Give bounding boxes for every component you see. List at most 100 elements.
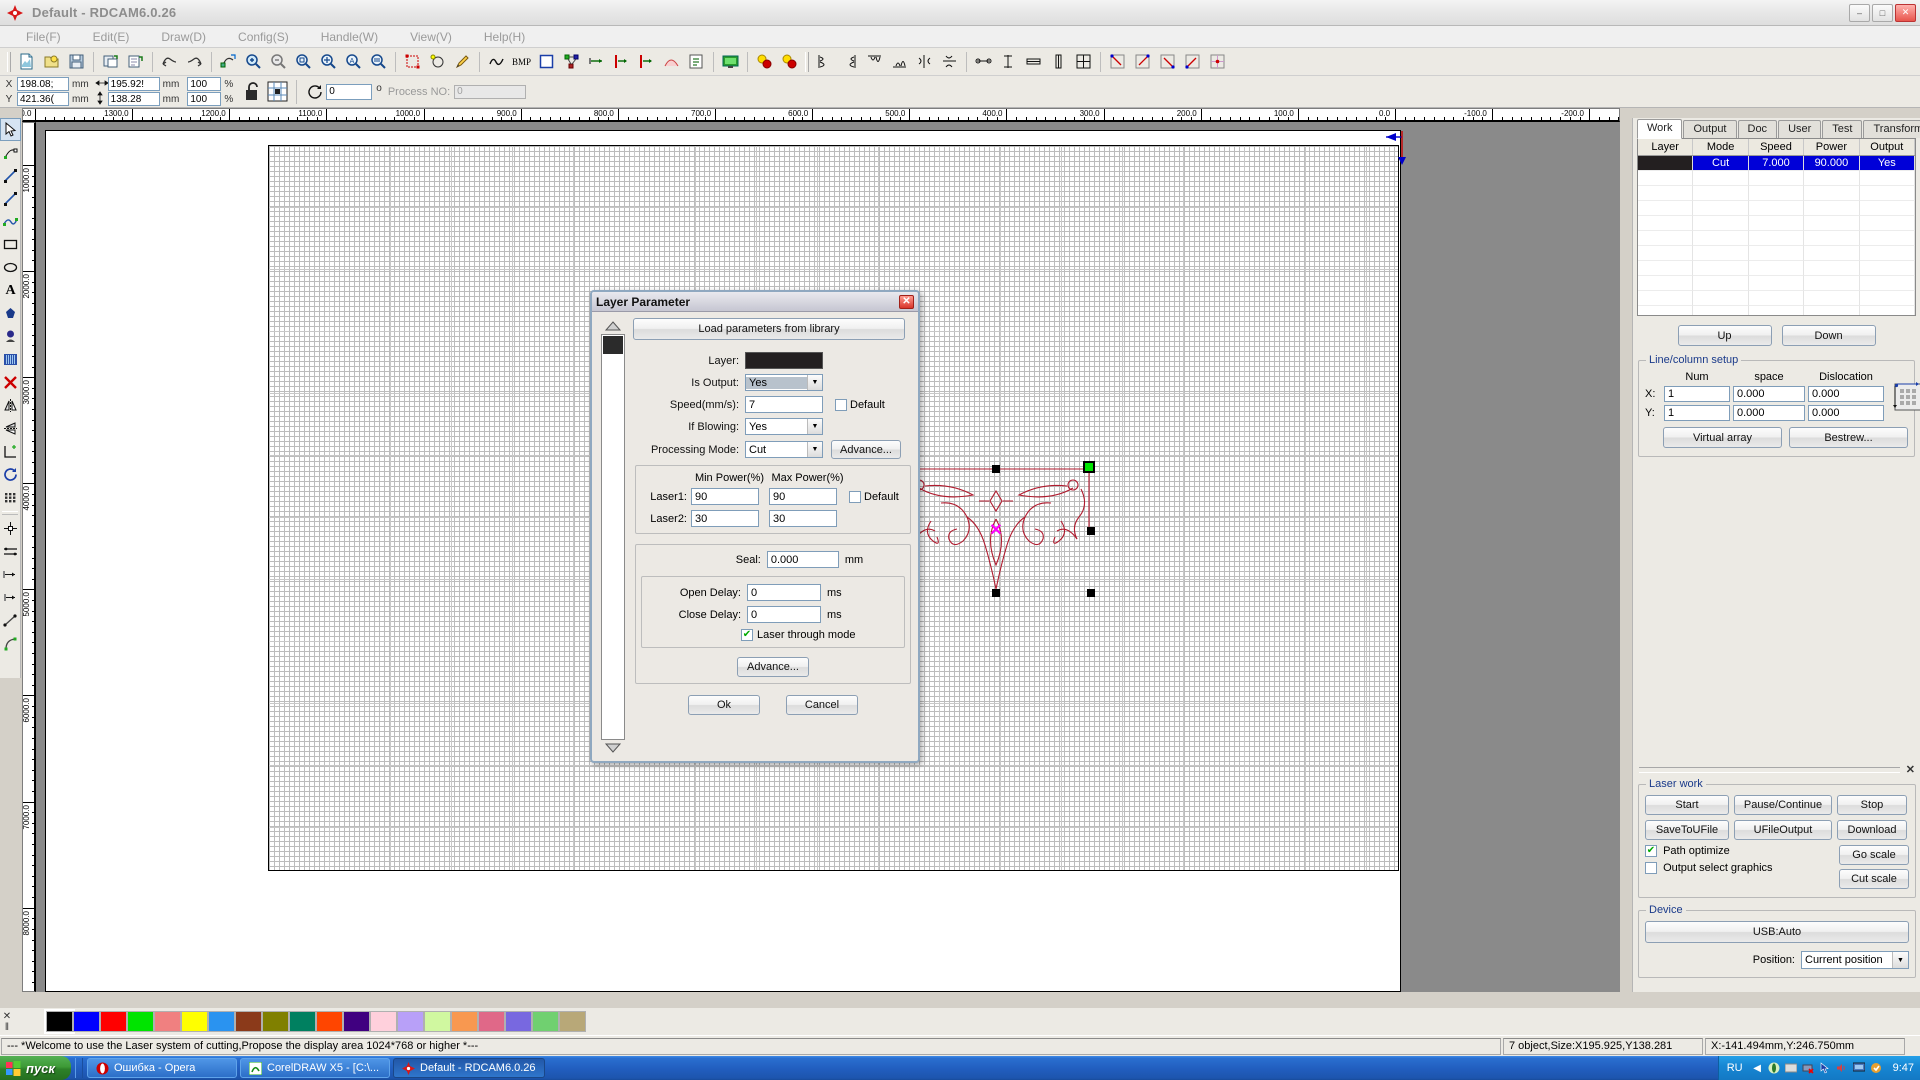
curve-icon[interactable]: [0, 210, 21, 233]
ok-button[interactable]: Ok: [688, 695, 760, 715]
dialog-close-button[interactable]: ✕: [899, 294, 914, 309]
cursor-icon[interactable]: [1819, 1062, 1832, 1075]
import-icon[interactable]: [98, 50, 123, 74]
bmp-icon[interactable]: BMP: [509, 50, 534, 74]
line-icon[interactable]: [0, 164, 21, 187]
y-num-input[interactable]: [1664, 405, 1730, 421]
palette-swatch[interactable]: [559, 1011, 586, 1032]
size-h-icon[interactable]: [1021, 50, 1046, 74]
table-row-empty[interactable]: [1638, 246, 1915, 261]
selection-handle-tm[interactable]: [992, 465, 1000, 473]
palette-swatch[interactable]: [289, 1011, 316, 1032]
x-num-input[interactable]: [1664, 386, 1730, 402]
palette-swatch[interactable]: [127, 1011, 154, 1032]
minimize-button[interactable]: –: [1849, 3, 1870, 22]
clock[interactable]: 9:47: [1893, 1062, 1914, 1074]
cut-scale-button[interactable]: Cut scale: [1839, 869, 1909, 889]
close-icon[interactable]: ✕: [1906, 763, 1915, 776]
tab-work[interactable]: Work: [1637, 119, 1683, 139]
go-scale-button[interactable]: Go scale: [1839, 845, 1909, 865]
tab-test[interactable]: Test: [1822, 120, 1863, 138]
distribute-v-icon[interactable]: [0, 586, 21, 609]
table-row-empty[interactable]: [1638, 306, 1915, 315]
unset-color-icon[interactable]: [777, 50, 802, 74]
check-icon[interactable]: [684, 50, 709, 74]
y-space-input[interactable]: [1733, 405, 1805, 421]
transform-icon[interactable]: [0, 440, 21, 463]
bitmap-icon[interactable]: [0, 348, 21, 371]
open-delay-input[interactable]: [747, 584, 821, 601]
zoom-all-icon[interactable]: A: [341, 50, 366, 74]
selection-handle-mr[interactable]: [1087, 527, 1095, 535]
monitor-icon[interactable]: [1785, 1062, 1798, 1075]
origin-center-icon[interactable]: [1205, 50, 1230, 74]
processing-mode-select[interactable]: Cut ▼: [745, 441, 823, 458]
load-parameters-button[interactable]: Load parameters from library: [633, 318, 905, 340]
array-grid-icon[interactable]: [265, 79, 289, 105]
menu-view[interactable]: View(V): [394, 28, 468, 46]
palette-swatch[interactable]: [478, 1011, 505, 1032]
menu-draw[interactable]: Draw(D): [145, 28, 222, 46]
tab-user[interactable]: User: [1778, 120, 1822, 138]
palette-swatch[interactable]: [154, 1011, 181, 1032]
tab-transform[interactable]: Transform: [1863, 120, 1920, 138]
zoom-select-icon[interactable]: [291, 50, 316, 74]
curve-icon[interactable]: [484, 50, 509, 74]
x-input[interactable]: [17, 77, 69, 91]
zoom-out-icon[interactable]: [266, 50, 291, 74]
origin-topright-icon[interactable]: [1130, 50, 1155, 74]
laser-through-checkbox[interactable]: [741, 629, 753, 641]
palette-swatch[interactable]: [532, 1011, 559, 1032]
power-default-checkbox[interactable]: [849, 490, 861, 503]
array-preview-icon[interactable]: [1887, 380, 1920, 412]
triangle-down-icon[interactable]: [602, 740, 624, 756]
y-input[interactable]: [17, 92, 69, 106]
zoom-pan-icon[interactable]: [316, 50, 341, 74]
chevron-down-icon[interactable]: ▼: [807, 375, 822, 390]
table-row-empty[interactable]: [1638, 276, 1915, 291]
rotate-input[interactable]: [326, 83, 373, 100]
palette-swatch[interactable]: [181, 1011, 208, 1032]
position-select[interactable]: Current position ▼: [1801, 951, 1909, 969]
align-bottom-icon[interactable]: [887, 50, 912, 74]
layer-swatch-item[interactable]: [603, 336, 623, 354]
array-icon[interactable]: [0, 486, 21, 509]
bestrew-button[interactable]: Bestrew...: [1789, 427, 1908, 448]
text-icon[interactable]: A: [0, 279, 21, 302]
square-icon[interactable]: [534, 50, 559, 74]
vertical-ruler[interactable]: 1000.0 2000.0 3000.0 4000.0 5000.0 6000.0 7000…: [22, 122, 36, 992]
node-edit-icon[interactable]: [0, 141, 21, 164]
palette-swatch[interactable]: [451, 1011, 478, 1032]
menu-config[interactable]: Config(S): [222, 28, 305, 46]
triangle-up-icon[interactable]: [602, 318, 624, 334]
close-delay-input[interactable]: [747, 606, 821, 623]
layer-swatch-list[interactable]: [601, 334, 625, 740]
curve-node-icon[interactable]: [0, 632, 21, 655]
path-start-icon[interactable]: [609, 50, 634, 74]
up-button[interactable]: Up: [1677, 325, 1772, 346]
rotate-icon[interactable]: [304, 80, 326, 104]
device-connection-button[interactable]: USB:Auto: [1645, 921, 1909, 943]
palette-swatch[interactable]: [44, 1009, 75, 1034]
x-space-input[interactable]: [1733, 386, 1805, 402]
cancel-button[interactable]: Cancel: [786, 695, 858, 715]
update-icon[interactable]: [1870, 1062, 1883, 1075]
start-button[interactable]: Start: [1645, 795, 1729, 815]
scale-x-input[interactable]: [187, 77, 222, 91]
scale-y-input[interactable]: [187, 92, 222, 106]
chevron-left-icon[interactable]: ◀: [1751, 1062, 1764, 1075]
ufile-output-button[interactable]: UFileOutput: [1734, 820, 1832, 840]
set-color-icon[interactable]: [752, 50, 777, 74]
palette-swatch[interactable]: [235, 1011, 262, 1032]
palette-swatch[interactable]: [343, 1011, 370, 1032]
table-row[interactable]: Cut 7.000 90.000 Yes: [1638, 156, 1915, 171]
delete-icon[interactable]: [0, 371, 21, 394]
offset-icon[interactable]: [584, 50, 609, 74]
measure-icon[interactable]: [0, 609, 21, 632]
preview-icon[interactable]: [718, 50, 743, 74]
y-dislocation-input[interactable]: [1808, 405, 1884, 421]
zoom-fit-icon[interactable]: [366, 50, 391, 74]
palette-swatch[interactable]: [370, 1011, 397, 1032]
layer-parameter-dialog[interactable]: Layer Parameter ✕ Load parameters from l…: [590, 290, 920, 763]
align-left-icon[interactable]: [812, 50, 837, 74]
